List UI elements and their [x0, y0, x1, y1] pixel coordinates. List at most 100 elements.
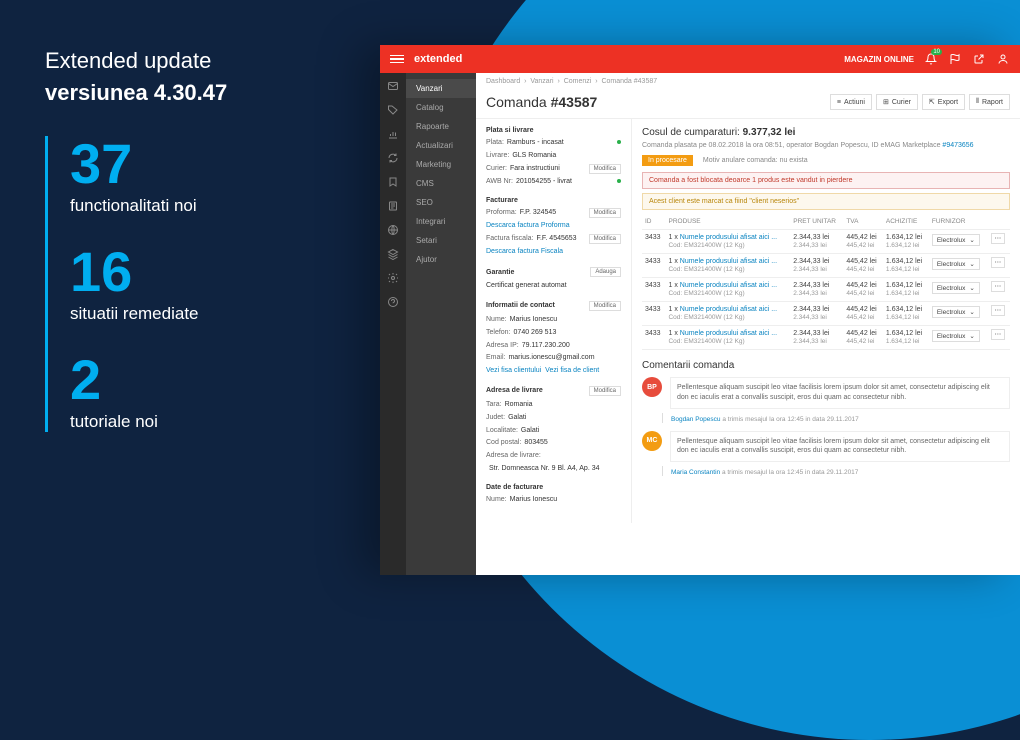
help-icon[interactable]	[386, 295, 400, 309]
app-window: extended MAGAZIN ONLINE 10 VanzariCatalo…	[380, 45, 1020, 575]
sidebar: VanzariCatalogRapoarteActualizariMarketi…	[406, 73, 476, 575]
page-title: Comanda #43587	[486, 94, 597, 110]
breadcrumb-item[interactable]: Vanzari	[530, 78, 553, 85]
stat-number: 37	[70, 136, 227, 192]
cart-panel: Cosul de cumparaturi: 9.377,32 lei Coman…	[631, 119, 1020, 523]
product-link[interactable]: Numele produsului afisat aici ...	[680, 234, 777, 241]
client-link[interactable]: Vezi fisa de client	[545, 366, 599, 376]
edit-button[interactable]: Modifica	[589, 301, 621, 311]
comments-title: Comentarii comanda	[642, 360, 1010, 371]
breadcrumb-item[interactable]: Comanda #43587	[601, 78, 657, 85]
details-panel: Plata si livrare Plata:Ramburs - incasat…	[476, 119, 631, 523]
table-header: TVA	[843, 214, 883, 230]
action-icon: ⇱	[929, 98, 935, 106]
store-button[interactable]: MAGAZIN ONLINE	[844, 55, 914, 64]
globe-icon[interactable]	[386, 223, 400, 237]
sidebar-item[interactable]: Marketing	[406, 155, 476, 174]
tag-icon[interactable]	[386, 103, 400, 117]
product-link[interactable]: Numele produsului afisat aici ...	[680, 258, 777, 265]
breadcrumb: Dashboard › Vanzari › Comenzi › Comanda …	[476, 73, 1020, 90]
refresh-icon[interactable]	[386, 151, 400, 165]
gear-icon[interactable]	[386, 271, 400, 285]
chevron-down-icon: ⌄	[969, 260, 974, 268]
product-link[interactable]: Numele produsului afisat aici ...	[680, 330, 777, 337]
stat-label: tutoriale noi	[70, 412, 227, 432]
sidebar-item[interactable]: Actualizari	[406, 136, 476, 155]
comment-item: BP Pellentesque aliquam suscipit leo vit…	[642, 377, 1010, 423]
product-link[interactable]: Numele produsului afisat aici ...	[680, 306, 777, 313]
action-button[interactable]: ⇱Export	[922, 94, 965, 110]
table-row: 3433 1 x Numele produsului afisat aici .…	[642, 230, 1010, 254]
billing-title: Date de facturare	[486, 484, 621, 491]
product-link[interactable]: Numele produsului afisat aici ...	[680, 282, 777, 289]
external-icon[interactable]	[972, 52, 986, 66]
menu-icon[interactable]	[390, 55, 404, 64]
flag-icon[interactable]	[948, 52, 962, 66]
more-button[interactable]: ⋯	[991, 233, 1006, 244]
stat-label: situatii remediate	[70, 304, 227, 324]
promo-title: Extended update	[45, 48, 227, 74]
edit-button[interactable]: Modifica	[589, 234, 621, 244]
more-button[interactable]: ⋯	[991, 281, 1006, 292]
page-actions: ≡Actiuni⊞Curier⇱Export⫴Raport	[830, 94, 1010, 110]
user-icon[interactable]	[996, 52, 1010, 66]
download-link[interactable]: Descarca factura Fiscala	[486, 247, 563, 257]
action-button[interactable]: ⫴Raport	[969, 94, 1010, 110]
supplier-select[interactable]: Electrolux ⌄	[932, 282, 980, 294]
sidebar-item[interactable]: Rapoarte	[406, 117, 476, 136]
table-row: 3433 1 x Numele produsului afisat aici .…	[642, 278, 1010, 302]
mail-icon[interactable]	[386, 79, 400, 93]
action-button[interactable]: ≡Actiuni	[830, 94, 872, 110]
cart-title: Cosul de cumparaturi: 9.377,32 lei	[642, 127, 1010, 138]
app-logo: extended	[414, 53, 844, 65]
supplier-select[interactable]: Electrolux ⌄	[932, 330, 980, 342]
edit-button[interactable]: Modifica	[589, 386, 621, 396]
supplier-select[interactable]: Electrolux ⌄	[932, 234, 980, 246]
supplier-select[interactable]: Electrolux ⌄	[932, 258, 980, 270]
chevron-down-icon: ⌄	[969, 332, 974, 340]
main-content: Dashboard › Vanzari › Comenzi › Comanda …	[476, 73, 1020, 575]
table-header: ID	[642, 214, 665, 230]
table-header: PRODUSE	[665, 214, 790, 230]
download-link[interactable]: Descarca factura Proforma	[486, 221, 570, 231]
breadcrumb-item[interactable]: Dashboard	[486, 78, 520, 85]
sidebar-item[interactable]: Integrari	[406, 212, 476, 231]
chevron-down-icon: ⌄	[969, 308, 974, 316]
add-button[interactable]: Adauga	[590, 267, 621, 277]
table-header: PRET UNITAR	[790, 214, 843, 230]
promo-stats: 37functionalitati noi16situatii remediat…	[45, 136, 227, 432]
layers-icon[interactable]	[386, 247, 400, 261]
chart-icon[interactable]	[386, 127, 400, 141]
edit-button[interactable]: Modifica	[589, 208, 621, 218]
comment-text: Pellentesque aliquam suscipit leo vitae …	[670, 431, 1010, 463]
contact-title: Informatii de contactModifica	[486, 301, 621, 311]
app-header: extended MAGAZIN ONLINE 10	[380, 45, 1020, 73]
marketplace-link[interactable]: #9473656	[942, 142, 973, 149]
action-icon: ≡	[837, 99, 841, 106]
avatar: BP	[642, 377, 662, 397]
client-link[interactable]: Vezi fisa clientului	[486, 366, 541, 376]
doc-icon[interactable]	[386, 199, 400, 213]
supplier-select[interactable]: Electrolux ⌄	[932, 306, 980, 318]
comment-meta: Maria Constantin a trimis mesajul la ora…	[662, 466, 1010, 476]
chevron-down-icon: ⌄	[969, 236, 974, 244]
sidebar-item[interactable]: Setari	[406, 231, 476, 250]
action-button[interactable]: ⊞Curier	[876, 94, 918, 110]
table-row: 3433 1 x Numele produsului afisat aici .…	[642, 302, 1010, 326]
sidebar-item[interactable]: CMS	[406, 174, 476, 193]
alert-warning: Acest client este marcat ca fiind "clien…	[642, 193, 1010, 210]
bell-icon[interactable]: 10	[924, 52, 938, 66]
breadcrumb-item[interactable]: Comenzi	[564, 78, 592, 85]
more-button[interactable]: ⋯	[991, 305, 1006, 316]
sidebar-item[interactable]: Ajutor	[406, 250, 476, 269]
comment-text: Pellentesque aliquam suscipit leo vitae …	[670, 377, 1010, 409]
edit-button[interactable]: Modifica	[589, 164, 621, 174]
more-button[interactable]: ⋯	[991, 257, 1006, 268]
sidebar-item[interactable]: Vanzari	[406, 79, 476, 98]
more-button[interactable]: ⋯	[991, 329, 1006, 340]
bookmark-icon[interactable]	[386, 175, 400, 189]
invoice-title: Facturare	[486, 197, 621, 204]
status-dot	[617, 179, 621, 183]
sidebar-item[interactable]: SEO	[406, 193, 476, 212]
sidebar-item[interactable]: Catalog	[406, 98, 476, 117]
